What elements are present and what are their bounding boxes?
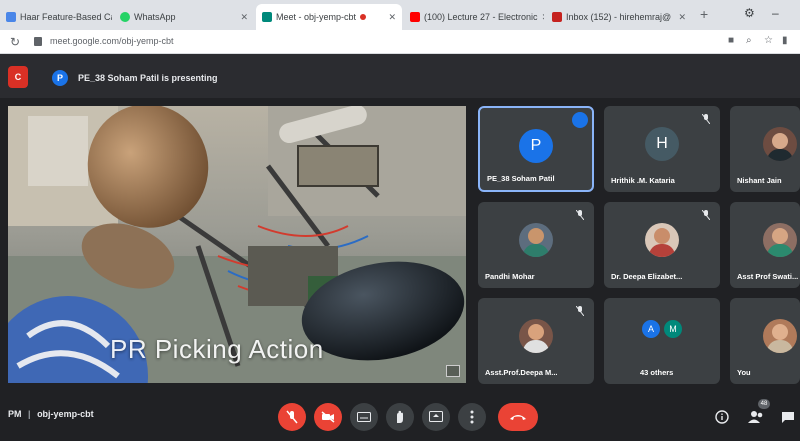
participant-photo bbox=[763, 223, 797, 257]
others-count-label: 43 others bbox=[640, 368, 674, 377]
mic-muted-icon bbox=[576, 306, 584, 316]
meeting-info: PM | obj-yemp-cbt bbox=[8, 409, 94, 419]
pin-icon[interactable] bbox=[446, 365, 460, 377]
whatsapp-icon bbox=[120, 12, 130, 22]
participant-photo bbox=[645, 223, 679, 257]
participant-tile[interactable]: H Hrithik .M. Kataria bbox=[604, 106, 720, 192]
participant-name: Hrithik .M. Kataria bbox=[611, 176, 675, 185]
presenting-label: PE_38 Soham Patil is presenting bbox=[78, 73, 218, 83]
tab-title: (100) Lecture 27 - Electronic bbox=[424, 12, 538, 22]
chat-icon bbox=[782, 411, 794, 423]
speaking-indicator-icon bbox=[572, 112, 588, 128]
participant-tile[interactable]: Nishant Jain bbox=[730, 106, 800, 192]
recording-indicator-icon bbox=[360, 14, 367, 20]
mic-off-icon bbox=[286, 410, 298, 424]
others-avatar: M bbox=[664, 320, 682, 338]
present-icon bbox=[429, 411, 443, 422]
close-tab-icon[interactable]: ✕ bbox=[538, 12, 544, 23]
address-bar: ↻ meet.google.com/obj-yemp-cbt ■ ⌕ ☆ ▮ bbox=[0, 30, 800, 54]
tab-favicon bbox=[6, 12, 16, 22]
meet-icon bbox=[262, 12, 272, 22]
meeting-details-button[interactable] bbox=[712, 407, 732, 427]
minimize-icon[interactable]: – bbox=[772, 6, 779, 20]
participant-name: PE_38 Soham Patil bbox=[487, 174, 555, 183]
participant-tile[interactable]: P PE_38 Soham Patil bbox=[478, 106, 594, 192]
captions-icon bbox=[357, 412, 371, 422]
browser-tab[interactable]: (100) Lecture 27 - Electronic ✕ bbox=[404, 4, 544, 30]
tab-title: Meet - obj-yemp-cbt bbox=[276, 12, 357, 22]
call-controls-bar: PM | obj-yemp-cbt 48 bbox=[0, 395, 800, 441]
meeting-time: PM bbox=[8, 409, 22, 419]
more-vert-icon bbox=[470, 410, 474, 424]
meet-window: C P PE_38 Soham Patil is presenting PR P… bbox=[0, 54, 800, 441]
participant-name: Asst.Prof.Deepa M... bbox=[485, 368, 558, 377]
bookmark-star-icon[interactable]: ☆ bbox=[764, 35, 773, 46]
participant-photo bbox=[519, 223, 553, 257]
presenter-avatar: P bbox=[52, 70, 68, 86]
participant-name: Asst Prof Swati... bbox=[737, 272, 799, 281]
people-button[interactable] bbox=[746, 407, 766, 427]
url-field[interactable]: meet.google.com/obj-yemp-cbt bbox=[50, 36, 174, 46]
participant-tile[interactable]: Asst Prof Swati... bbox=[730, 202, 800, 288]
raise-hand-button[interactable] bbox=[386, 403, 414, 431]
presentation-caption: PR Picking Action bbox=[110, 334, 324, 364]
participant-photo bbox=[763, 319, 797, 353]
mic-muted-icon bbox=[576, 210, 584, 220]
lock-icon bbox=[34, 37, 42, 46]
youtube-icon bbox=[410, 12, 420, 22]
meet-logo: C bbox=[8, 66, 28, 88]
info-icon bbox=[715, 410, 729, 424]
participant-tile[interactable]: Asst.Prof.Deepa M... bbox=[478, 298, 594, 384]
participant-name: Dr. Deepa Elizabet... bbox=[611, 272, 683, 281]
tab-title: Inbox (152) - hirehemraj@ bbox=[566, 12, 672, 22]
participant-tile[interactable]: Dr. Deepa Elizabet... bbox=[604, 202, 720, 288]
presentation-video[interactable]: PR Picking Action bbox=[8, 106, 466, 383]
browser-tab[interactable]: Inbox (152) - hirehemraj@ ✕ bbox=[546, 4, 692, 30]
camera-toggle-button[interactable] bbox=[314, 403, 342, 431]
mic-toggle-button[interactable] bbox=[278, 403, 306, 431]
participant-avatar: H bbox=[645, 127, 679, 161]
others-avatar: A bbox=[642, 320, 660, 338]
browser-tab-strip: Haar Feature-Based Cascade Classifier fo… bbox=[0, 0, 800, 30]
meeting-code: obj-yemp-cbt bbox=[37, 409, 94, 419]
browser-tab[interactable]: WhatsApp ✕ bbox=[114, 4, 254, 30]
others-tile[interactable]: A M 43 others bbox=[604, 298, 720, 384]
close-tab-icon[interactable]: ✕ bbox=[384, 12, 396, 23]
mic-muted-icon bbox=[702, 114, 710, 124]
participant-name: You bbox=[737, 368, 751, 377]
self-tile[interactable]: You bbox=[730, 298, 800, 384]
hand-icon bbox=[397, 410, 403, 423]
browser-tab-active[interactable]: Meet - obj-yemp-cbt ✕ bbox=[256, 4, 402, 30]
presenting-bar: C P PE_38 Soham Patil is presenting bbox=[0, 54, 800, 98]
close-tab-icon[interactable]: ✕ bbox=[674, 12, 686, 23]
chat-button[interactable] bbox=[778, 407, 798, 427]
camera-off-icon bbox=[321, 411, 335, 423]
reload-icon[interactable]: ↻ bbox=[10, 35, 20, 49]
participant-tile[interactable]: Pandhi Mohar bbox=[478, 202, 594, 288]
captions-button[interactable] bbox=[350, 403, 378, 431]
mic-muted-icon bbox=[702, 210, 710, 220]
browser-tab[interactable]: Haar Feature-Based Cascade Classifier fo… bbox=[0, 4, 112, 30]
tab-title: WhatsApp bbox=[134, 12, 176, 22]
people-icon bbox=[748, 411, 763, 423]
leave-call-button[interactable] bbox=[498, 403, 538, 431]
participant-name: Pandhi Mohar bbox=[485, 272, 535, 281]
gmail-icon bbox=[552, 12, 562, 22]
participant-avatar: P bbox=[519, 129, 553, 163]
chrome-settings-icon[interactable]: ⚙ bbox=[744, 6, 755, 20]
new-tab-icon[interactable]: + bbox=[700, 6, 708, 22]
more-options-button[interactable] bbox=[458, 403, 486, 431]
participant-photo bbox=[763, 127, 797, 161]
tab-title: Haar Feature-Based Cascade Classifier fo… bbox=[20, 12, 112, 22]
extension-icon[interactable]: ▮ bbox=[782, 35, 788, 46]
zoom-icon[interactable]: ⌕ bbox=[746, 35, 752, 46]
camera-permission-icon[interactable]: ■ bbox=[728, 35, 734, 46]
hang-up-icon bbox=[510, 415, 526, 420]
participant-photo bbox=[519, 319, 553, 353]
people-count-badge: 48 bbox=[758, 399, 770, 409]
participant-name: Nishant Jain bbox=[737, 176, 782, 185]
present-screen-button[interactable] bbox=[422, 403, 450, 431]
close-tab-icon[interactable]: ✕ bbox=[236, 12, 248, 23]
